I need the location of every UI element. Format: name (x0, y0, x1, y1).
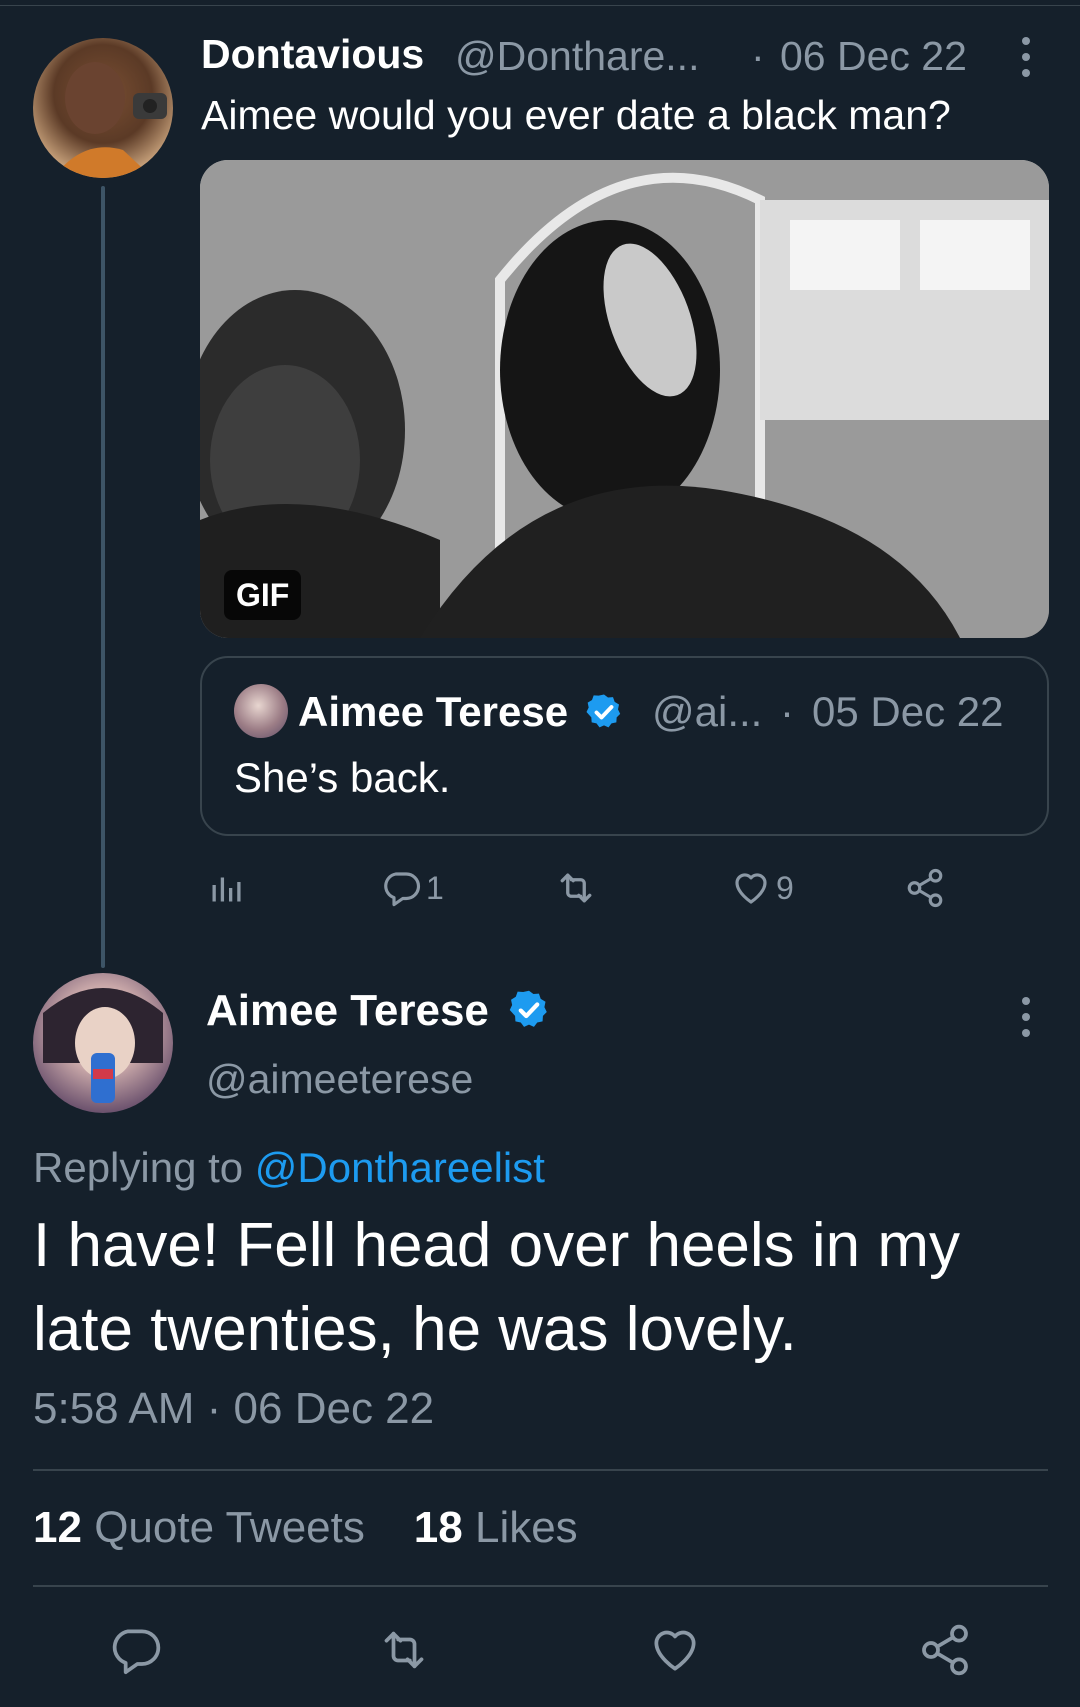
share-icon (907, 868, 943, 908)
verified-badge-icon (509, 991, 547, 1028)
avatar-image (53, 62, 167, 178)
main-author-name[interactable]: Aimee Terese (206, 986, 551, 1036)
retweet-icon (560, 873, 592, 903)
main-author-name-text: Aimee Terese (206, 986, 489, 1035)
quoted-text: She’s back. (234, 754, 451, 801)
main-like-button[interactable] (647, 1622, 703, 1678)
avatar[interactable] (33, 38, 173, 178)
share-button[interactable] (904, 866, 946, 910)
likes-stat[interactable]: 18 Likes (414, 1503, 578, 1552)
main-tweet-timestamp[interactable]: 5:58 AM · 06 Dec 22 (33, 1384, 434, 1434)
divider (33, 1585, 1048, 1587)
main-author-handle[interactable]: @aimeeterese (206, 1056, 473, 1103)
quote-tweets-stat[interactable]: 12 Quote Tweets (33, 1503, 365, 1552)
quoted-author-name-text: Aimee Terese (298, 688, 569, 735)
retweet-button[interactable] (554, 866, 598, 910)
main-avatar-image (43, 988, 163, 1103)
main-more-options-button[interactable] (1016, 992, 1036, 1042)
like-button[interactable]: 9 (730, 866, 794, 910)
retweet-icon (384, 1631, 424, 1669)
date-separator: · (751, 33, 765, 79)
reply-count: 1 (426, 869, 444, 906)
tweet-text: Aimee would you ever date a black man? (201, 92, 951, 138)
reply-icon (112, 1629, 161, 1675)
verified-badge-icon (586, 694, 620, 728)
tweet-author-handle[interactable]: @Donthare... (455, 33, 699, 80)
likes-count: 18 (413, 1503, 463, 1552)
main-reply-button[interactable] (107, 1622, 163, 1678)
tweet-author-name[interactable]: Dontavious (201, 31, 424, 78)
analytics-button[interactable] (208, 866, 244, 910)
main-tweet-avatar[interactable] (33, 973, 173, 1113)
quote-count: 12 (33, 1503, 82, 1552)
more-vertical-icon (1022, 997, 1030, 1037)
thread-line (101, 186, 105, 968)
main-share-button[interactable] (917, 1622, 973, 1678)
more-vertical-icon (1022, 37, 1030, 77)
top-divider (0, 5, 1080, 6)
reply-icon (384, 872, 421, 907)
replying-to: Replying to @Donthareelist (33, 1144, 545, 1192)
gif-image (200, 160, 1049, 638)
share-icon (922, 1624, 968, 1676)
quoted-date-separator: · (780, 688, 794, 735)
more-options-button[interactable] (1016, 32, 1036, 82)
tweet-stats: 12 Quote Tweets 18 Likes (33, 1503, 578, 1553)
main-retweet-button[interactable] (376, 1622, 432, 1678)
quoted-avatar (234, 684, 288, 738)
gif-media[interactable]: GIF (200, 160, 1049, 638)
gif-badge: GIF (224, 570, 302, 620)
main-tweet-text: I have! Fell head over heels in my late … (33, 1211, 961, 1364)
replying-handle-link[interactable]: @Donthareelist (255, 1144, 545, 1191)
divider (33, 1469, 1048, 1471)
quoted-tweet[interactable]: Aimee Terese @ai... · 05 Dec 22 She’s ba… (200, 656, 1049, 836)
like-icon (654, 1630, 696, 1671)
analytics-icon (212, 877, 241, 902)
like-icon (735, 873, 767, 904)
replying-prefix: Replying to (33, 1144, 255, 1191)
quote-label: Quote Tweets (94, 1503, 365, 1552)
quoted-author-name: Aimee Terese (298, 688, 624, 736)
likes-label: Likes (474, 1503, 578, 1552)
like-count: 9 (776, 869, 794, 906)
tweet-date[interactable]: 06 Dec 22 (780, 33, 967, 80)
quoted-author-handle: @ai... (652, 688, 763, 735)
reply-button[interactable]: 1 (380, 866, 444, 910)
quoted-date: 05 Dec 22 (812, 688, 1004, 735)
